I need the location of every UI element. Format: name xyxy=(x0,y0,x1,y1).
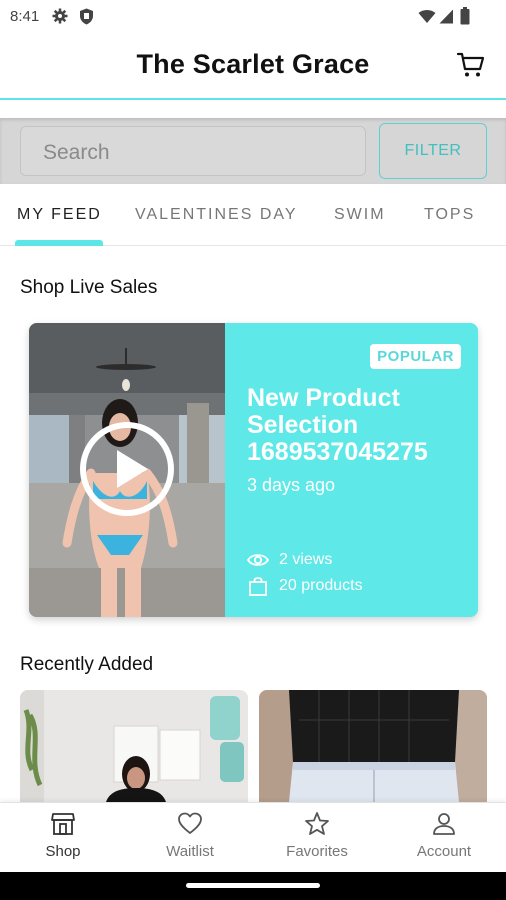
nav-waitlist[interactable]: Waitlist xyxy=(140,811,240,860)
status-time: 8:41 xyxy=(10,8,40,25)
settings-icon xyxy=(52,8,68,24)
status-bar: 8:41 xyxy=(0,0,506,34)
nav-favorites-label: Favorites xyxy=(286,843,348,860)
shield-icon xyxy=(80,8,93,25)
tab-my-feed[interactable]: MY FEED xyxy=(17,206,102,224)
tab-swim[interactable]: SWIM xyxy=(334,206,386,224)
live-sale-info: POPULAR New Product Selection 1689537045… xyxy=(225,323,478,617)
products-row: 20 products xyxy=(247,576,363,596)
search-placeholder: Search xyxy=(43,141,110,164)
nav-account-label: Account xyxy=(416,843,472,860)
nav-waitlist-label: Waitlist xyxy=(166,843,214,860)
system-nav-bar xyxy=(0,872,506,900)
app-bar: The Scarlet Grace xyxy=(0,34,506,100)
home-gesture-handle[interactable] xyxy=(186,883,320,888)
nav-shop-label: Shop xyxy=(45,843,81,860)
cart-icon[interactable] xyxy=(456,50,486,80)
section-title-recently-added: Recently Added xyxy=(20,654,154,675)
recent-product-image[interactable] xyxy=(20,690,248,802)
heart-icon xyxy=(178,812,202,834)
live-sale-title: New Product Selection 1689537045275 xyxy=(247,384,428,466)
tab-tops[interactable]: TOPS xyxy=(424,206,475,224)
category-tabs: MY FEED VALENTINES DAY SWIM TOPS xyxy=(0,184,506,246)
live-sale-card[interactable]: POPULAR New Product Selection 1689537045… xyxy=(29,323,478,617)
shop-icon xyxy=(51,813,75,835)
search-bar: Search FILTER xyxy=(0,118,506,184)
views-count: 2 views xyxy=(279,551,333,568)
filter-button[interactable]: FILTER xyxy=(379,123,487,179)
account-icon xyxy=(433,813,455,835)
filter-label: FILTER xyxy=(404,142,462,159)
popular-badge: POPULAR xyxy=(370,344,461,369)
nav-account[interactable]: Account xyxy=(394,811,494,860)
nav-favorites[interactable]: Favorites xyxy=(267,811,367,860)
play-icon[interactable] xyxy=(78,420,176,518)
bottom-navigation: Shop Waitlist Favorites Account xyxy=(0,802,506,872)
search-input[interactable]: Search xyxy=(20,126,366,176)
live-sale-time: 3 days ago xyxy=(247,475,336,495)
tab-valentines-day[interactable]: VALENTINES DAY xyxy=(135,206,298,224)
signal-icon xyxy=(439,9,453,24)
star-icon xyxy=(305,812,329,835)
tab-indicator xyxy=(15,240,103,246)
products-count: 20 products xyxy=(279,577,363,594)
section-title-live-sales: Shop Live Sales xyxy=(20,277,158,298)
shopping-bag-icon xyxy=(249,577,267,596)
eye-icon xyxy=(247,554,269,566)
wifi-icon xyxy=(418,10,436,23)
recent-product-image[interactable] xyxy=(259,690,487,802)
app-title: The Scarlet Grace xyxy=(136,49,370,79)
nav-shop[interactable]: Shop xyxy=(13,811,113,860)
views-row: 2 views xyxy=(247,551,332,569)
battery-icon xyxy=(460,7,470,25)
